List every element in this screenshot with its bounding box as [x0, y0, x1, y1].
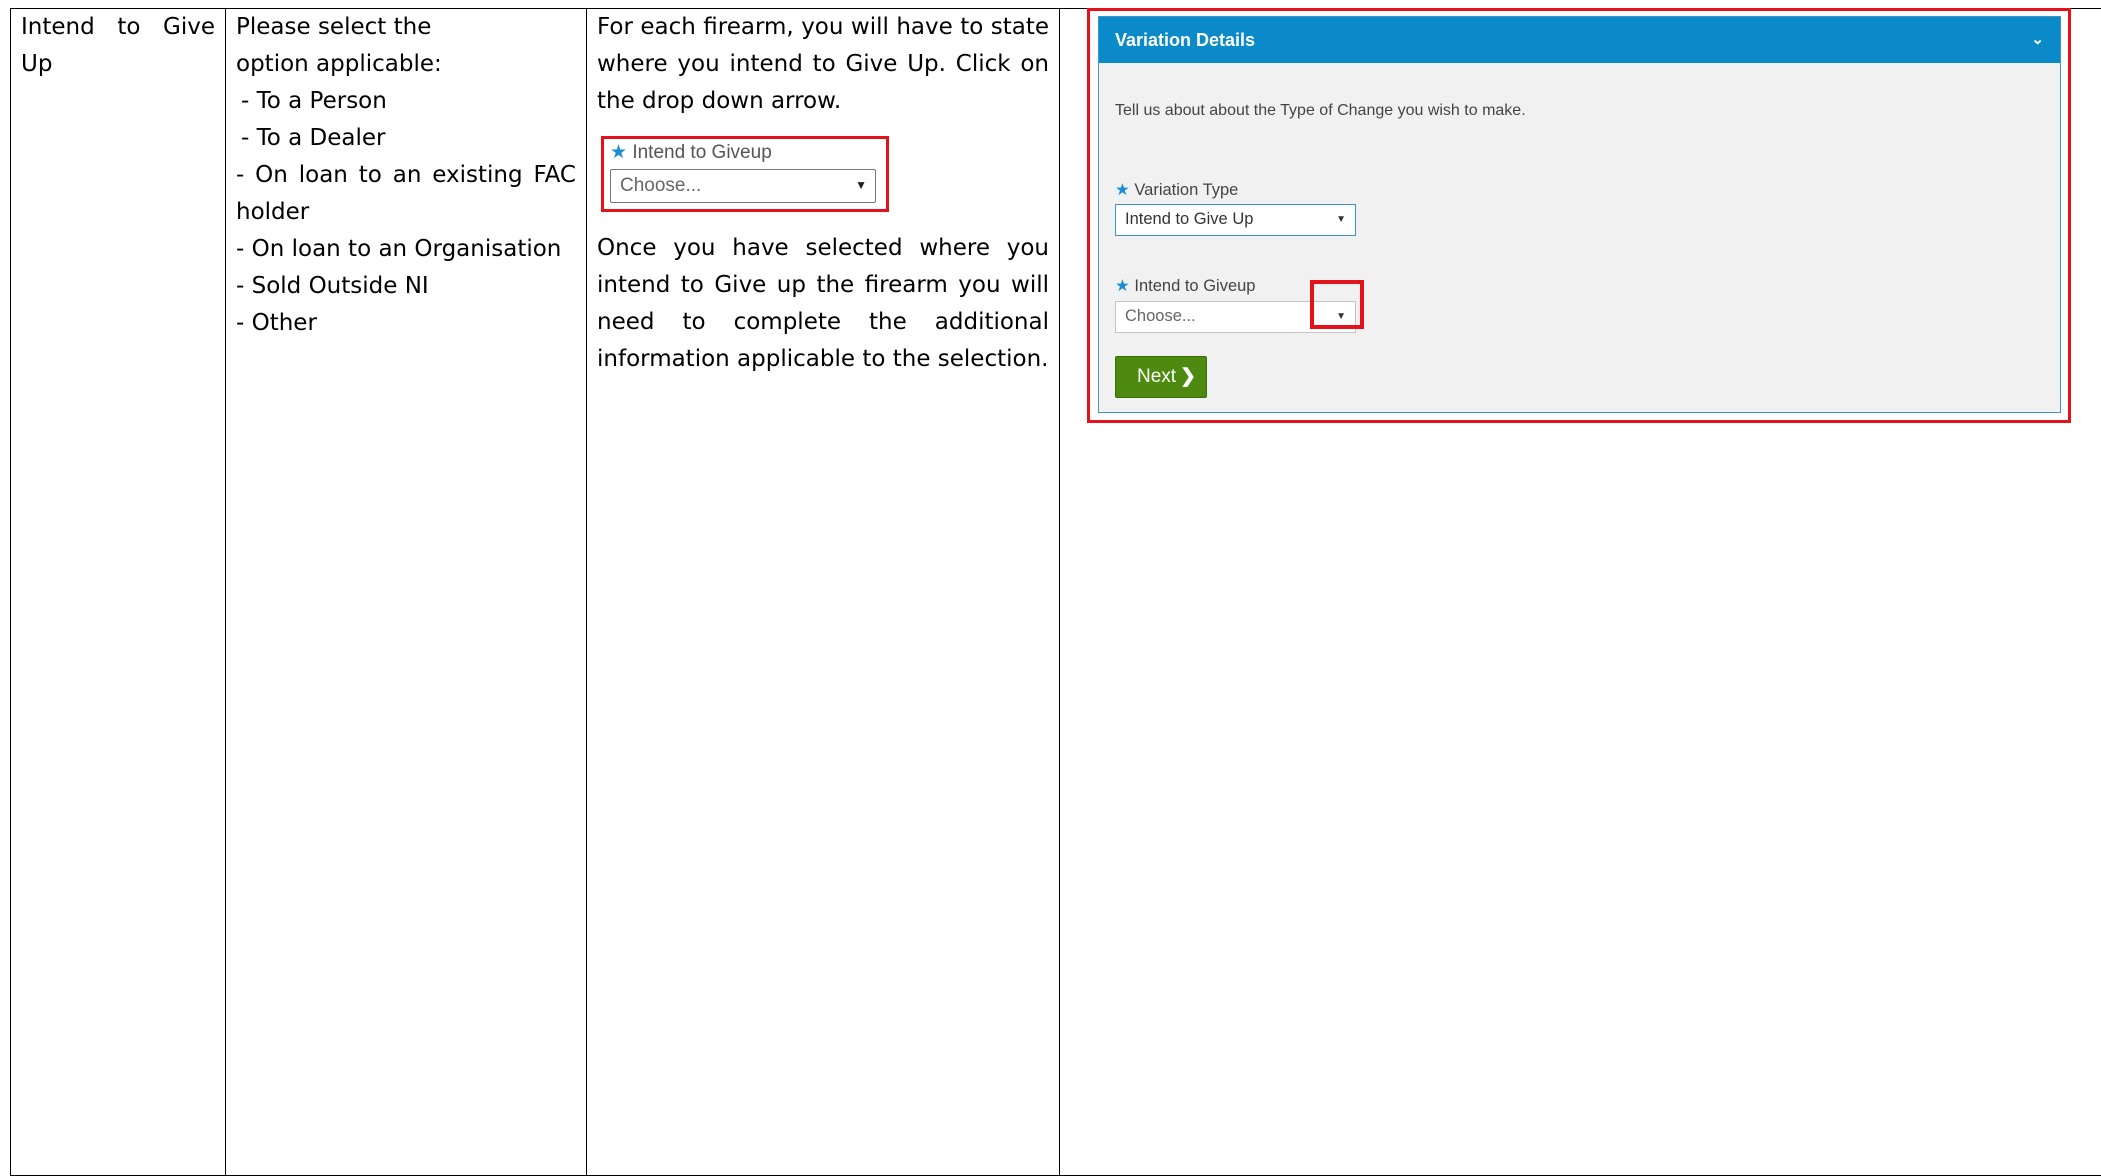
star-icon: ★	[1115, 277, 1130, 295]
description-cell: For each firearm, you will have to state…	[587, 9, 1060, 1176]
panel-title: Variation Details	[1115, 30, 1255, 50]
variation-type-label: ★ Variation Type	[1115, 180, 1238, 200]
option-item: - On loan to an Organisation	[236, 231, 576, 268]
options-cell: Please select the option applicable: - T…	[226, 9, 587, 1176]
step-name-line: Intend to Give	[21, 9, 215, 46]
next-button[interactable]: Next❯	[1115, 356, 1207, 398]
options-intro: Please select the option applicable:	[236, 9, 496, 83]
panel-header[interactable]: Variation Details ⌄	[1099, 17, 2060, 63]
giveup-label: ★ Intend to Giveup	[1115, 276, 1255, 296]
description-paragraph: Once you have selected where you intend …	[597, 230, 1049, 378]
step-name-cell: Intend to Give Up	[11, 9, 226, 1176]
dropdown-arrow-icon: ▼	[855, 170, 867, 201]
option-item: - To a Dealer	[236, 120, 576, 157]
dropdown-arrow-highlight	[1310, 280, 1364, 329]
variation-type-select[interactable]: Intend to Give Up▼	[1115, 204, 1356, 236]
description-paragraph: For each firearm, you will have to state…	[597, 9, 1049, 120]
example-dropdown[interactable]: Choose...▼	[610, 169, 876, 203]
option-item: - Other	[236, 305, 576, 342]
chevron-down-icon[interactable]: ⌄	[2031, 17, 2044, 63]
panel-intro: Tell us about about the Type of Change y…	[1115, 97, 1555, 124]
step-name-line: Up	[21, 46, 215, 83]
option-item: - On loan to an existing FAC holder	[236, 157, 576, 231]
option-item: - To a Person	[236, 83, 576, 120]
star-icon: ★	[610, 142, 627, 163]
example-dropdown-highlight: ★ Intend to Giveup Choose...▼	[601, 136, 889, 212]
variation-details-panel: Variation Details ⌄ Tell us about about …	[1098, 16, 2061, 413]
dropdown-arrow-icon: ▼	[1336, 205, 1346, 234]
screenshot-highlight: Variation Details ⌄ Tell us about about …	[1087, 8, 2071, 423]
option-item: - Sold Outside NI	[236, 268, 576, 305]
chevron-right-icon: ❯	[1180, 366, 1196, 387]
example-dropdown-label: ★ Intend to Giveup	[610, 142, 772, 164]
star-icon: ★	[1115, 181, 1130, 199]
